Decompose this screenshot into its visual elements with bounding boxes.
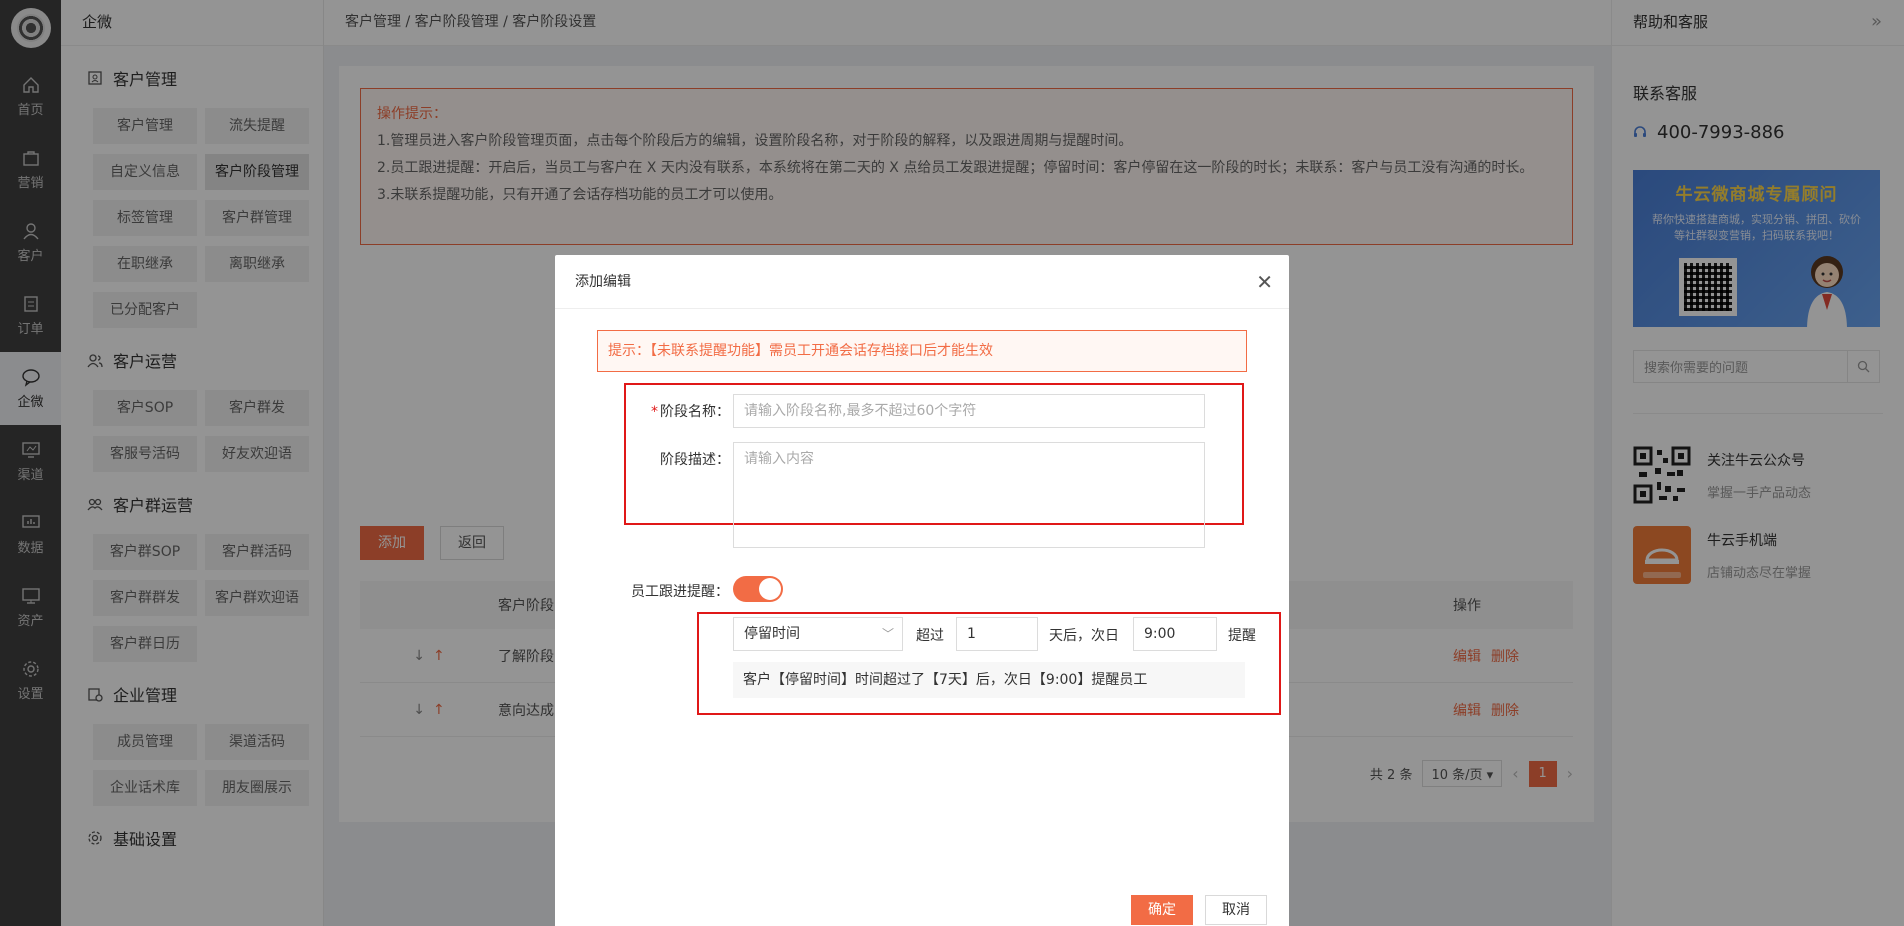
stage-name-label: * 阶段名称：	[651, 404, 730, 420]
close-icon[interactable]: ✕	[1256, 255, 1273, 309]
remind-label: 提醒	[1228, 628, 1256, 644]
after-days-label: 天后，次日	[1049, 628, 1119, 644]
stage-desc-label: 阶段描述：	[660, 452, 730, 468]
feature-alert: 提示：【未联系提醒功能】需员工开通会话存档接口后才能生效	[597, 330, 1247, 372]
dialog-title: 添加编辑	[575, 274, 631, 290]
time-input[interactable]: 9:00	[1133, 617, 1217, 651]
remind-summary: 客户【停留时间】时间超过了【7天】后，次日【9:00】提醒员工	[733, 662, 1245, 698]
remind-mode-select[interactable]: 停留时间 ﹀	[733, 617, 903, 651]
add-edit-dialog: 添加编辑 ✕ 提示：【未联系提醒功能】需员工开通会话存档接口后才能生效 * 阶段名…	[555, 255, 1289, 926]
chevron-down-icon: ﹀	[881, 627, 894, 641]
stage-desc-textarea[interactable]: 请输入内容	[733, 442, 1205, 548]
stage-name-input[interactable]: 请输入阶段名称,最多不超过60个字符	[733, 394, 1205, 428]
over-label: 超过	[916, 628, 944, 644]
follow-remind-toggle[interactable]	[733, 576, 783, 602]
follow-remind-label: 员工跟进提醒：	[631, 584, 729, 600]
confirm-button[interactable]: 确定	[1131, 895, 1193, 925]
days-input[interactable]: 1	[956, 617, 1038, 651]
cancel-button[interactable]: 取消	[1205, 895, 1267, 925]
dialog-header: 添加编辑 ✕	[555, 255, 1289, 309]
